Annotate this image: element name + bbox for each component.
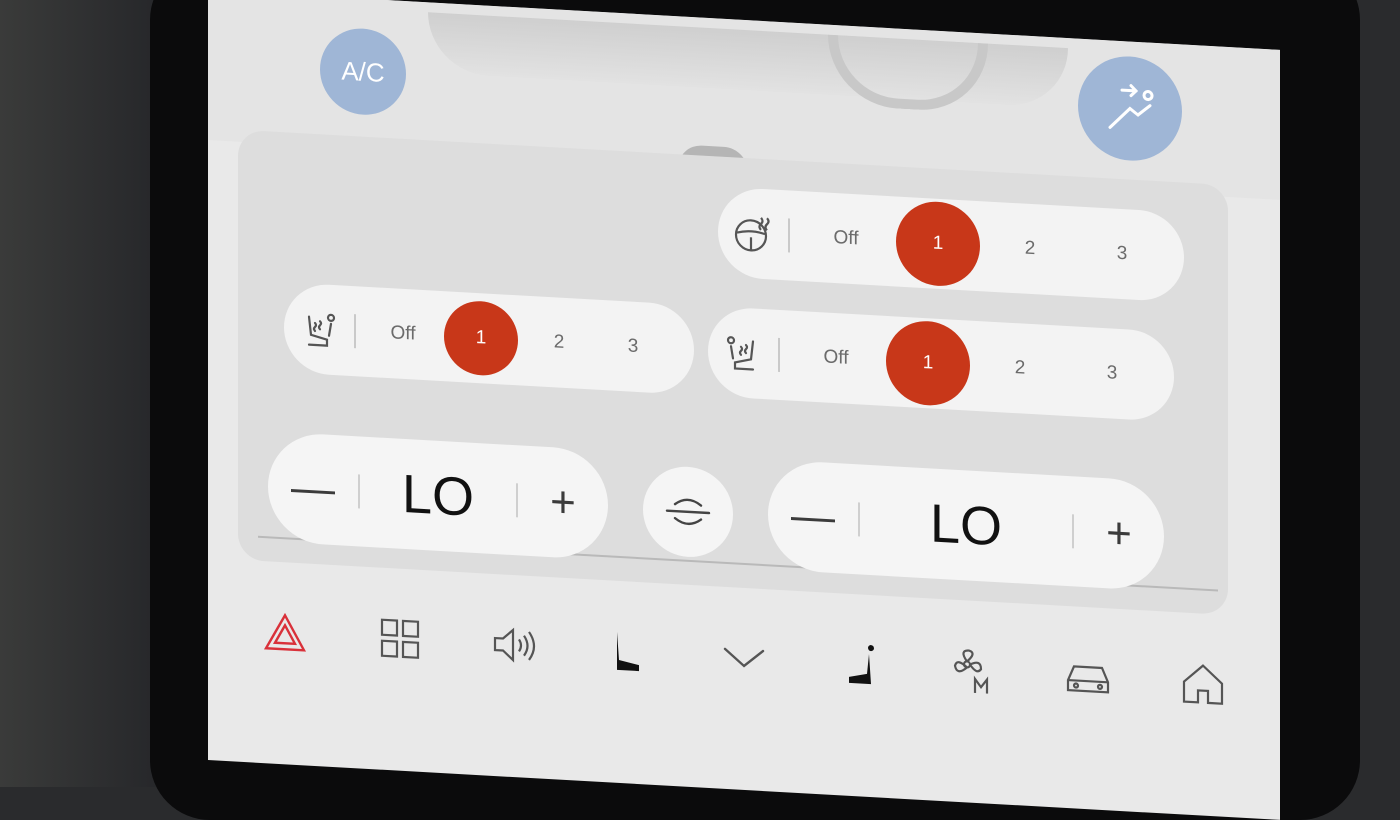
steering-heat-selector: Off 1 2 3 (718, 186, 1184, 303)
steering-heat-level-1[interactable]: 1 (896, 199, 980, 289)
steering-heat-off[interactable]: Off (800, 225, 892, 252)
driver-temp-increase[interactable]: + (518, 475, 608, 530)
passenger-seat-button[interactable] (819, 622, 899, 706)
driver-temp-value: LO (401, 463, 475, 528)
volume-button[interactable] (475, 603, 555, 687)
separator (354, 314, 356, 349)
passenger-seat-heat-selector: Off 1 2 3 (708, 305, 1174, 423)
apps-grid-icon (380, 618, 420, 659)
driver-seat-heat-level-1[interactable]: 1 (444, 299, 518, 378)
passenger-temp-control: — LO + (768, 459, 1164, 592)
driver-seat-icon (617, 631, 640, 672)
fan-mode-button[interactable] (933, 629, 1013, 713)
driver-temp-control: — LO + (268, 431, 608, 561)
steering-heat-level-2[interactable]: 2 (984, 235, 1076, 262)
car-settings-button[interactable] (1048, 635, 1128, 719)
apps-button[interactable] (360, 596, 440, 680)
chevron-down-icon (723, 647, 765, 668)
climate-panel: Off 1 2 3 Off 1 2 3 Off 1 2 3 — LO + — L… (238, 129, 1228, 616)
driver-seat-heat-level-3[interactable]: 3 (596, 334, 670, 360)
passenger-temp-value: LO (929, 493, 1003, 558)
hazard-icon (264, 612, 307, 652)
driver-seat-heat-level-2[interactable]: 2 (522, 330, 596, 356)
passenger-seat-heat-icon (708, 331, 778, 375)
sync-icon (665, 498, 711, 526)
separator (778, 337, 780, 372)
fan-mode-icon (954, 649, 989, 694)
separator (788, 218, 790, 253)
passenger-seat-heat-level-1[interactable]: 1 (886, 318, 970, 408)
passenger-temp-decrease[interactable]: — (768, 489, 858, 544)
steering-heat-level-3[interactable]: 3 (1076, 241, 1168, 268)
driver-temp-decrease[interactable]: — (268, 461, 358, 516)
climate-screen: A/C Off 1 2 3 Off 1 2 3 Off 1 2 3 — LO +… (208, 0, 1280, 820)
driver-seat-heat-icon (284, 307, 354, 351)
steering-heat-icon (718, 212, 788, 256)
passenger-seat-heat-level-3[interactable]: 3 (1066, 360, 1158, 387)
passenger-seat-heat-level-2[interactable]: 2 (974, 355, 1066, 382)
home-icon (1182, 664, 1223, 705)
driver-seat-button[interactable] (589, 609, 669, 693)
background-left (0, 0, 160, 787)
passenger-temp-increase[interactable]: + (1074, 506, 1164, 561)
volume-icon (493, 627, 535, 663)
ac-button-label: A/C (341, 54, 385, 88)
seat-airflow-icon (1108, 84, 1154, 129)
driver-seat-heat-off[interactable]: Off (366, 321, 440, 347)
hazard-button[interactable] (245, 590, 325, 674)
passenger-seat-heat-off[interactable]: Off (790, 345, 882, 372)
temp-sync-button[interactable] (643, 464, 733, 560)
car-icon (1066, 665, 1110, 694)
driver-seat-heat-selector: Off 1 2 3 (284, 282, 694, 396)
passenger-seat-icon (848, 645, 874, 685)
home-button[interactable] (1163, 641, 1243, 725)
dock-expand-button[interactable] (704, 616, 784, 700)
